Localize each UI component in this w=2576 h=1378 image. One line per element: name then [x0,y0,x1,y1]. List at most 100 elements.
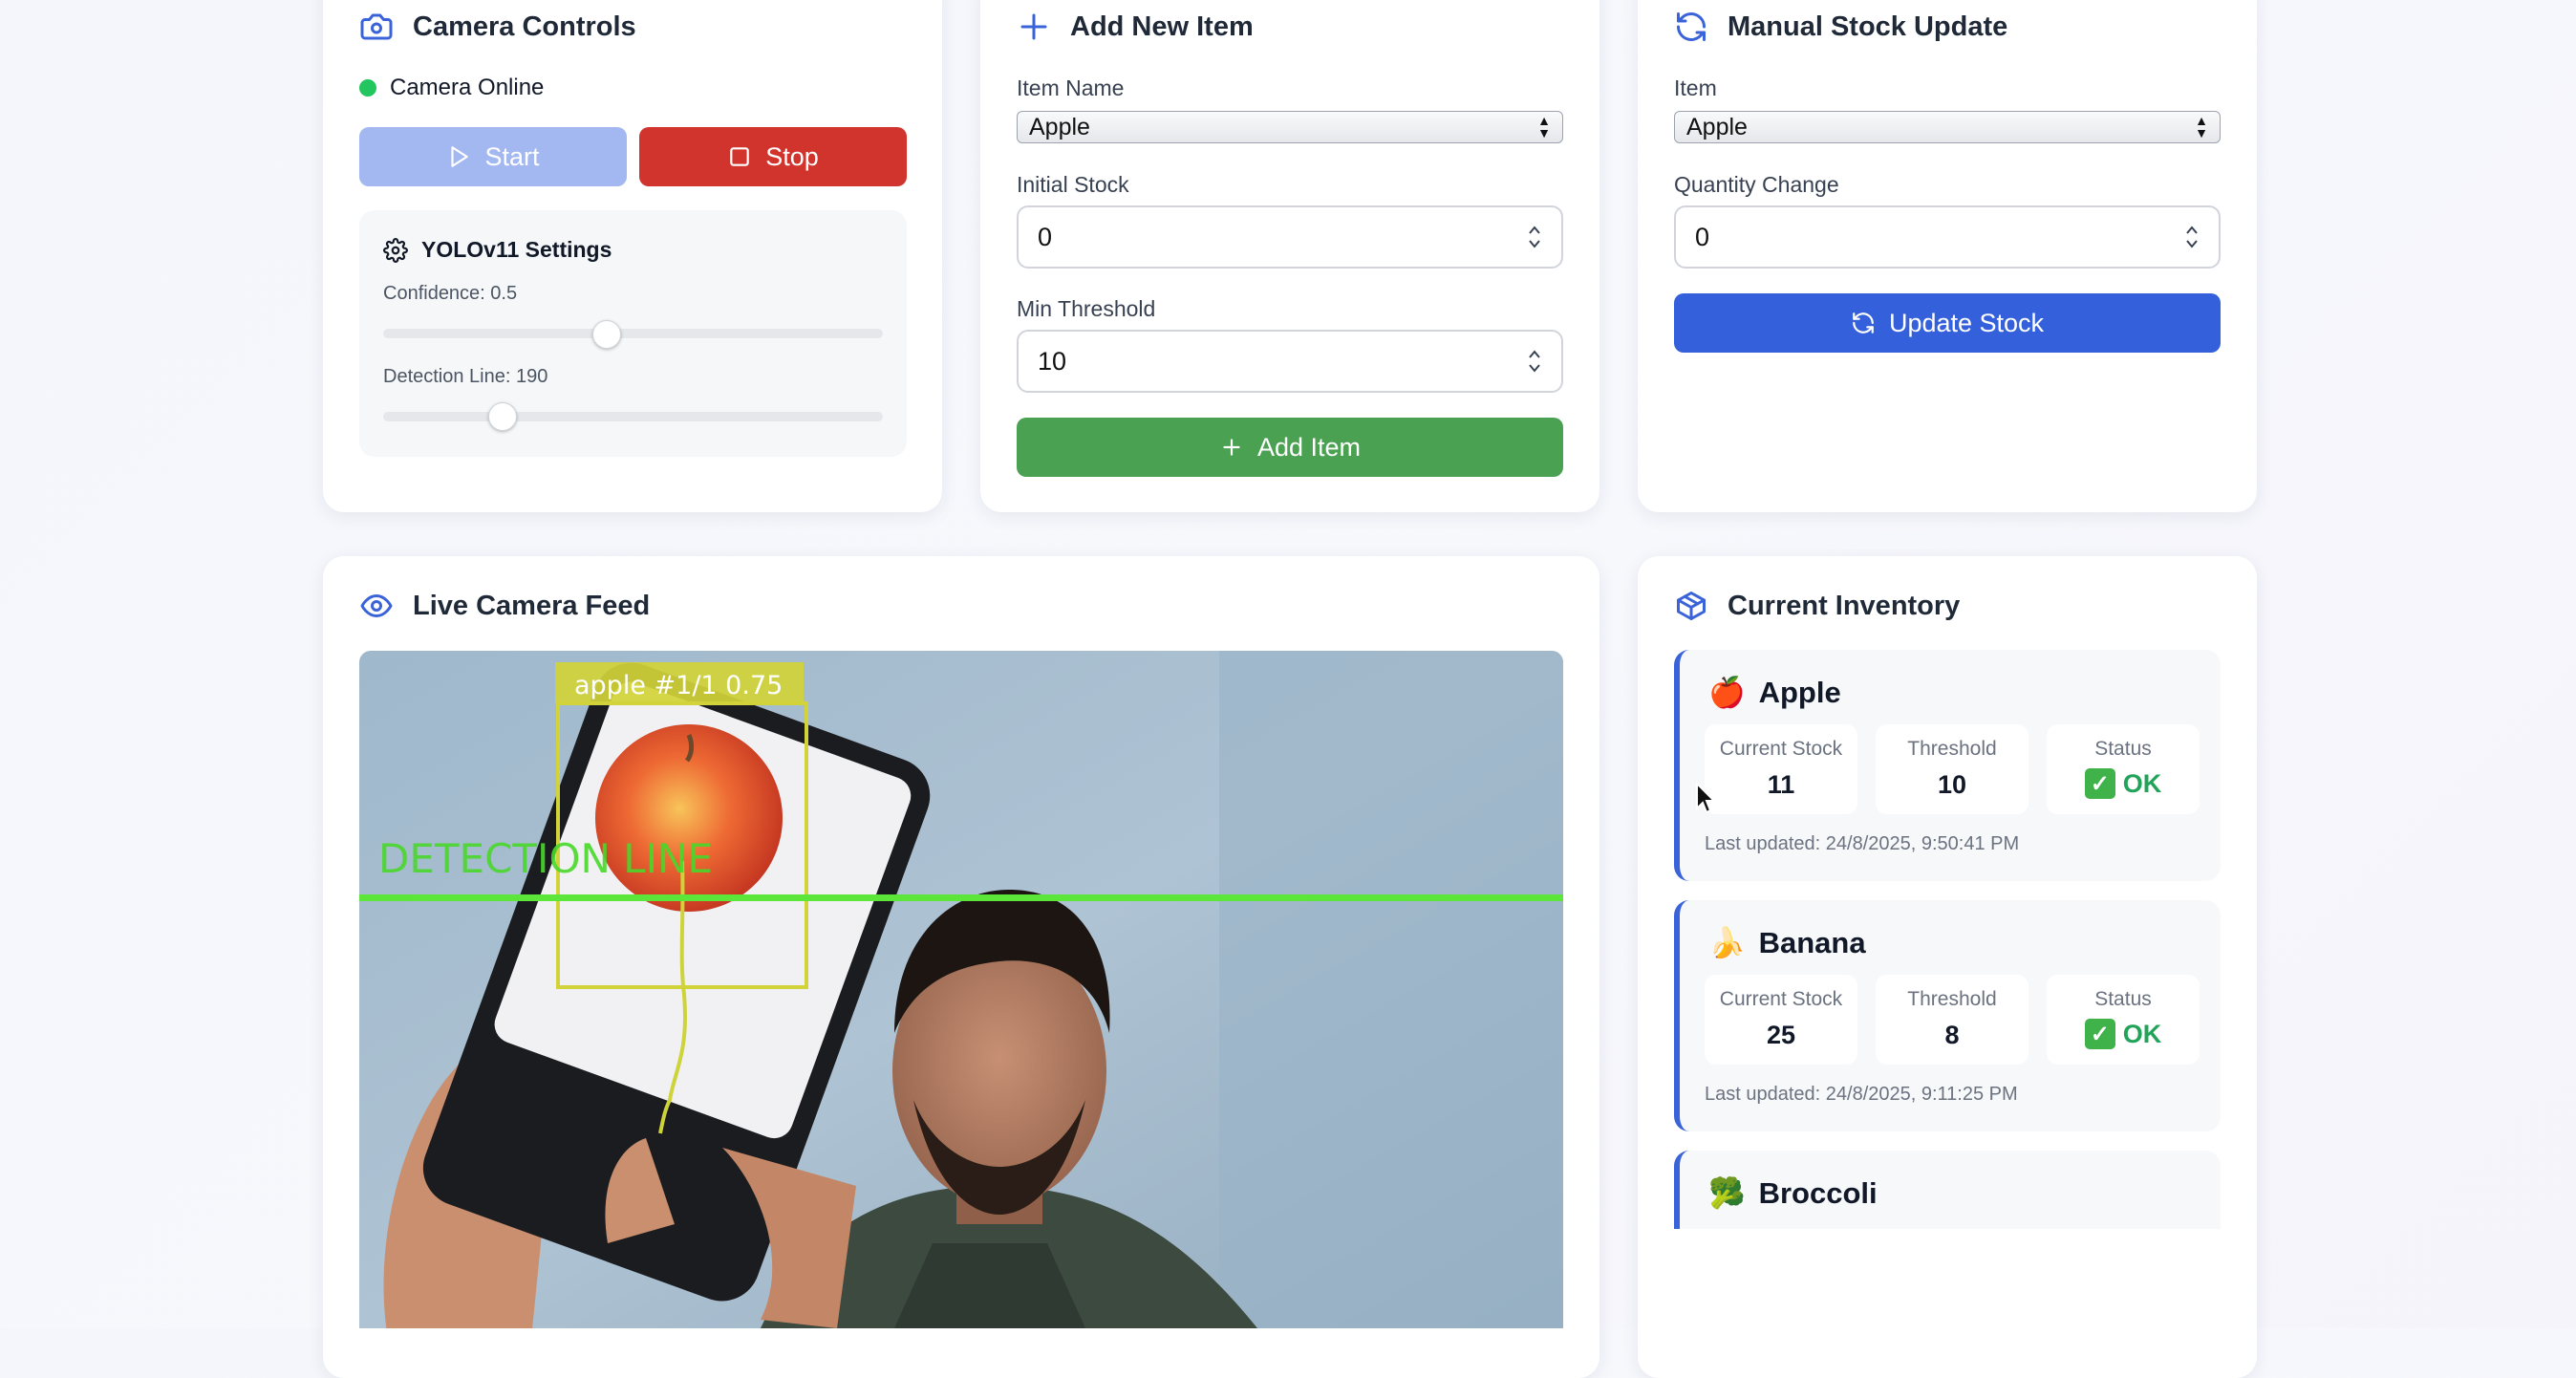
status-dot [359,79,376,97]
apple-icon: 🍎 [1708,676,1746,709]
plus-icon [1223,439,1240,456]
min-threshold-label: Min Threshold [1017,296,1156,321]
inventory-item-name: 🍎 Apple [1708,675,1841,710]
spinner-arrows-icon[interactable] [1527,223,1542,251]
current-stock-stat: Current Stock 11 [1705,724,1857,814]
threshold-value: 8 [1944,1021,1960,1049]
quantity-change-value: 0 [1695,222,1710,251]
add-item-button-label: Add Item [1256,432,1362,462]
inventory-item-name: 🥦 Broccoli [1708,1175,1878,1211]
camera-controls-title-text: Camera Controls [413,11,636,42]
confidence-slider-thumb[interactable] [592,320,621,349]
status-text: OK [2122,1019,2162,1048]
status-value: ✓ OK [2047,768,2200,799]
quantity-change-input[interactable]: 0 [1674,205,2221,269]
refresh-icon [1853,312,1874,334]
min-threshold-input[interactable]: 10 [1017,330,1563,393]
initial-stock-input[interactable]: 0 [1017,205,1563,269]
min-threshold-value: 10 [1038,346,1067,376]
detection-line-overlay-label: DETECTION LINE [378,835,713,882]
broccoli-icon: 🥦 [1708,1176,1746,1210]
item-name-select-value: Apple [1029,113,1090,140]
plus-icon [1020,13,1047,40]
start-button-label: Start [484,141,540,171]
start-button[interactable]: Start [359,127,627,186]
camera-status-text: Camera Online [390,75,545,100]
initial-stock-label: Initial Stock [1017,172,1129,197]
threshold-stat: Threshold 8 [1876,975,2029,1065]
inventory-item-name-text: Apple [1758,675,1841,709]
manual-stock-title: Manual Stock Update [1674,10,2007,44]
inventory-title-text: Current Inventory [1728,590,1961,621]
camera-controls-title: Camera Controls [359,10,636,44]
yolo-settings-title-text: YOLOv11 Settings [421,237,612,262]
add-item-title-text: Add New Item [1070,11,1254,42]
camera-icon [360,13,393,40]
confidence-label: Confidence: 0.5 [383,283,518,304]
detection-line-label: Detection Line: 190 [383,366,548,387]
last-updated-text: Last updated: 24/8/2025, 9:11:25 PM [1705,1084,2018,1105]
play-icon [451,146,469,167]
threshold-stat: Threshold 10 [1876,724,2029,814]
initial-stock-value: 0 [1038,222,1053,251]
camera-status: Camera Online [359,75,544,101]
yolo-settings-title: YOLOv11 Settings [383,237,612,263]
add-item-button[interactable]: Add Item [1017,418,1563,477]
camera-feed-image: apple #1/1 0.75 DETECTION LINE [359,651,1563,1328]
select-arrows-icon: ▲ ▼ [1537,113,1551,140]
status-text: OK [2122,768,2162,798]
inventory-item-apple[interactable]: 🍎 Apple Current Stock 11 Threshold 10 St… [1674,650,2221,881]
confidence-slider[interactable] [383,329,883,338]
stop-button-label: Stop [765,141,819,171]
inventory-list[interactable]: 🍎 Apple Current Stock 11 Threshold 10 St… [1674,650,2221,1229]
detection-box-label: apple #1/1 0.75 [574,671,783,700]
update-stock-button-label: Update Stock [1888,308,2045,337]
item-name-select[interactable]: Apple ▲ ▼ [1017,111,1563,143]
refresh-icon [1677,12,1706,41]
current-stock-label: Current Stock [1719,738,1843,760]
threshold-label: Threshold [1907,988,1997,1010]
banana-icon: 🍌 [1708,926,1746,959]
detection-line-slider[interactable] [383,412,883,421]
status-stat: Status ✓ OK [2047,975,2200,1065]
eye-icon [360,594,393,617]
item-select[interactable]: Apple ▲ ▼ [1674,111,2221,143]
status-stat: Status ✓ OK [2047,724,2200,814]
current-stock-label: Current Stock [1719,988,1843,1010]
add-item-title: Add New Item [1017,10,1254,44]
detection-line-slider-thumb[interactable] [488,402,517,431]
inventory-item-banana[interactable]: 🍌 Banana Current Stock 25 Threshold 8 St… [1674,900,2221,1131]
inventory-title: Current Inventory [1674,589,1960,623]
current-stock-value: 25 [1766,1021,1796,1049]
manual-stock-title-text: Manual Stock Update [1728,11,2008,42]
spinner-arrows-icon[interactable] [2184,223,2200,251]
threshold-label: Threshold [1907,738,1997,760]
live-feed-title-text: Live Camera Feed [413,590,651,621]
update-stock-button[interactable]: Update Stock [1674,293,2221,353]
last-updated-text: Last updated: 24/8/2025, 9:50:41 PM [1705,833,2020,854]
threshold-value: 10 [1937,770,1967,799]
gear-icon [383,237,408,263]
camera-feed-frame: apple #1/1 0.75 DETECTION LINE [359,651,1563,1328]
inventory-item-name: 🍌 Banana [1708,925,1866,960]
inventory-item-name-text: Broccoli [1758,1175,1878,1210]
stop-button[interactable]: Stop [639,127,907,186]
current-stock-value: 11 [1767,770,1795,799]
mouse-cursor-icon [1696,782,1716,814]
live-feed-title: Live Camera Feed [359,589,650,623]
status-label: Status [2094,738,2152,760]
item-select-value: Apple [1686,113,1748,140]
item-label: Item [1674,75,1717,100]
stop-icon [730,147,749,166]
spinner-arrows-icon[interactable] [1527,347,1542,376]
inventory-item-broccoli[interactable]: 🥦 Broccoli [1674,1151,2221,1229]
current-stock-stat: Current Stock 25 [1705,975,1857,1065]
check-icon: ✓ [2084,768,2115,799]
status-label: Status [2094,988,2152,1010]
status-value: ✓ OK [2047,1019,2200,1049]
inventory-item-name-text: Banana [1758,925,1866,959]
select-arrows-icon: ▲ ▼ [2195,113,2208,140]
item-name-label: Item Name [1017,75,1125,100]
box-icon [1677,592,1706,620]
quantity-change-label: Quantity Change [1674,172,1839,197]
